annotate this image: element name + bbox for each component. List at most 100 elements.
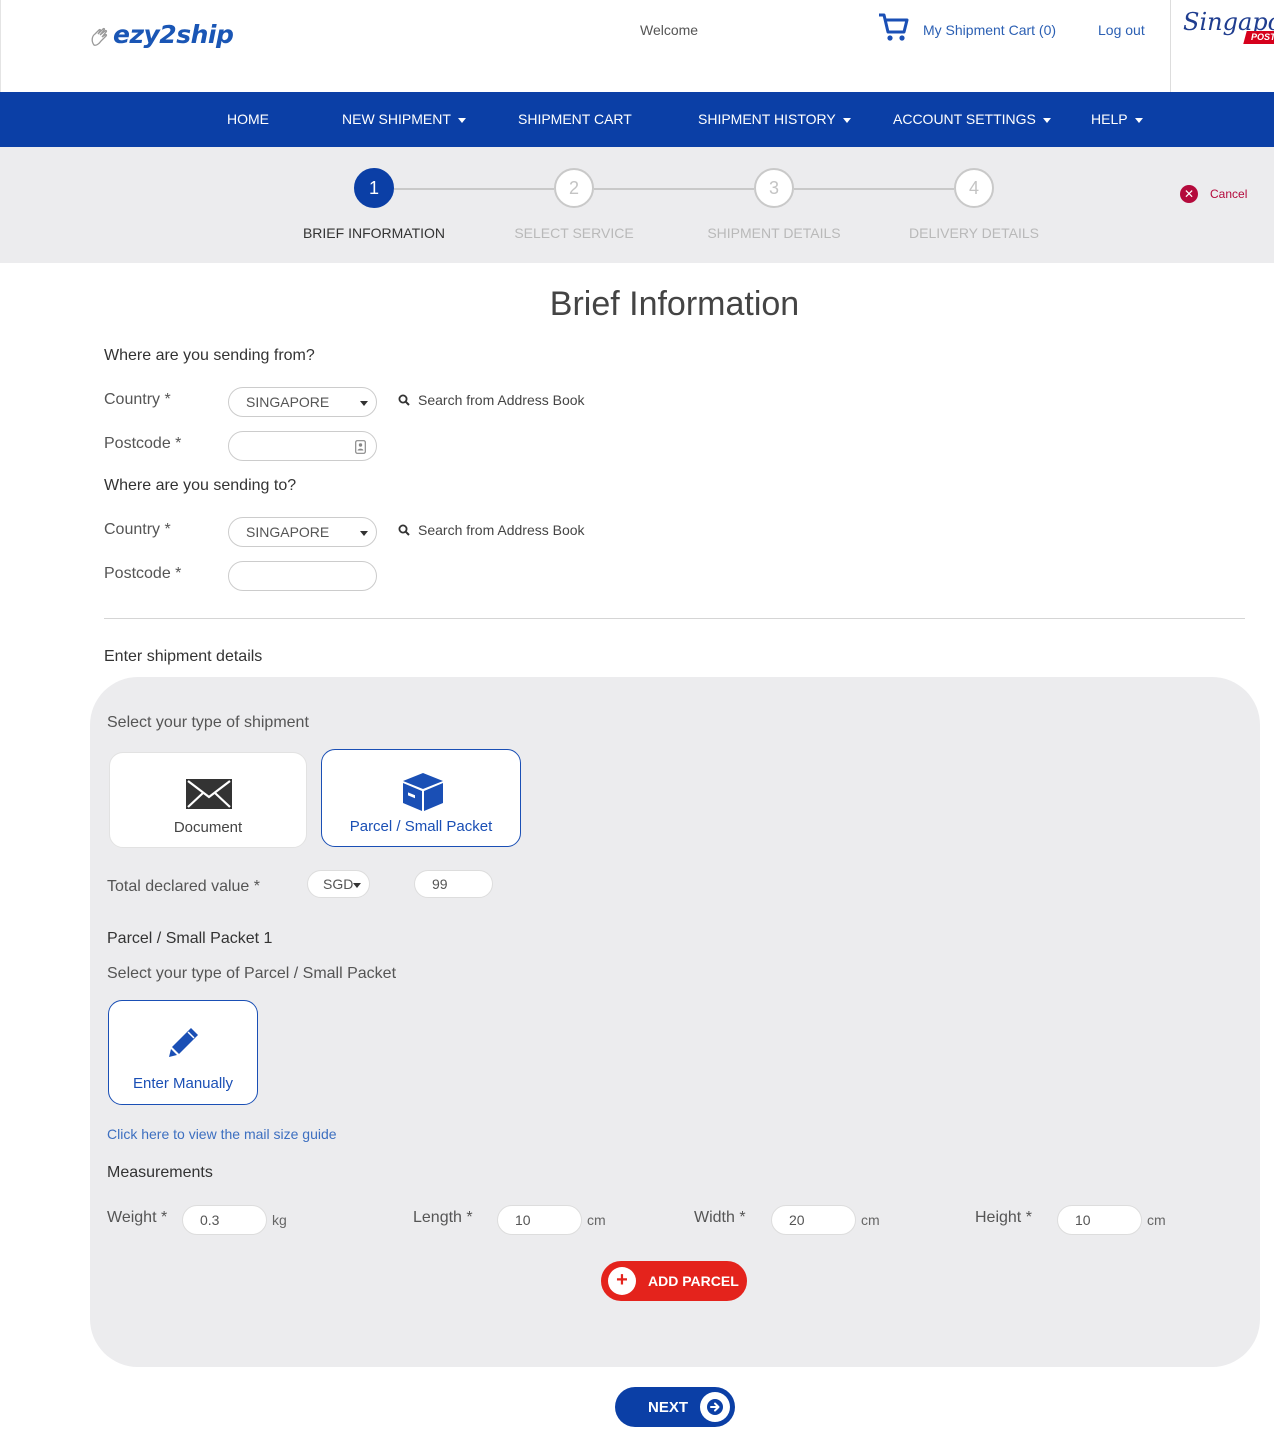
step-2-circle: 2 — [554, 168, 594, 208]
next-button[interactable]: NEXT — [615, 1387, 735, 1427]
singapore-post-sub: POST — [1251, 32, 1274, 42]
logo-text: ezy2ship — [113, 20, 234, 49]
weight-unit: kg — [272, 1212, 287, 1228]
box-icon — [403, 773, 443, 811]
weight-value: 0.3 — [200, 1212, 220, 1228]
length-label: Length * — [413, 1209, 473, 1226]
plus-icon: + — [608, 1267, 636, 1295]
to-postcode-input[interactable] — [228, 561, 377, 591]
nav-account-settings[interactable]: ACCOUNT SETTINGS — [893, 92, 1051, 147]
search-icon — [398, 524, 410, 536]
from-postcode-input[interactable] — [228, 431, 377, 461]
from-address-book-label: Search from Address Book — [418, 392, 585, 408]
arrow-right-icon — [700, 1392, 730, 1422]
welcome-text: Welcome — [640, 22, 699, 38]
progress-stepper — [0, 147, 1274, 263]
to-address-book-label: Search from Address Book — [418, 522, 585, 538]
declared-value-input[interactable]: 99 — [414, 870, 493, 898]
cart-label: My Shipment Cart (0) — [923, 22, 1057, 38]
nav-help[interactable]: HELP — [1091, 92, 1143, 147]
from-address-book-link[interactable]: Search from Address Book — [398, 392, 585, 408]
to-country-label: Country * — [104, 521, 171, 538]
length-input[interactable]: 10 — [497, 1205, 582, 1235]
singapore-post-logo: Singapore POST — [1181, 8, 1274, 48]
pencil-icon — [169, 1028, 198, 1057]
mail-size-guide-link[interactable]: Click here to view the mail size guide — [107, 1126, 337, 1142]
height-value: 10 — [1075, 1212, 1091, 1228]
to-postcode-label: Postcode * — [104, 565, 182, 582]
step-1-circle: 1 — [354, 168, 394, 208]
declared-value-label: Total declared value * — [107, 878, 260, 895]
height-input[interactable]: 10 — [1057, 1205, 1142, 1235]
shipment-details-heading: Enter shipment details — [104, 648, 263, 665]
cart-icon — [879, 13, 909, 41]
nav-help-label: HELP — [1091, 111, 1128, 127]
from-country-value: SINGAPORE — [246, 394, 330, 410]
to-heading: Where are you sending to? — [104, 477, 297, 494]
nav-home-label: HOME — [227, 111, 269, 127]
main-nav: HOME NEW SHIPMENT SHIPMENT CART SHIPMENT… — [0, 92, 1274, 147]
step-4-label: DELIVERY DETAILS — [909, 225, 1039, 241]
ezy2ship-logo[interactable]: ezy2ship — [89, 20, 234, 49]
to-country-value: SINGAPORE — [246, 524, 330, 540]
enter-manually-option[interactable]: Enter Manually — [108, 1000, 258, 1105]
parcel-type-prompt: Select your type of Parcel / Small Packe… — [107, 965, 397, 982]
nav-shipment-history-label: SHIPMENT HISTORY — [698, 111, 836, 127]
width-unit: cm — [861, 1212, 880, 1228]
height-unit: cm — [1147, 1212, 1166, 1228]
from-country-select[interactable]: SINGAPORE — [228, 387, 377, 417]
chevron-down-icon — [360, 401, 368, 406]
shipment-cart-link[interactable]: My Shipment Cart (0) — [878, 12, 1056, 42]
singapore-post-red-bar: POST — [1243, 31, 1274, 44]
width-input[interactable]: 20 — [771, 1205, 856, 1235]
header: ezy2ship Welcome My Shipment Cart (0) Lo… — [0, 0, 1274, 92]
step-connector — [394, 188, 554, 190]
page-title: Brief Information — [549, 285, 800, 323]
add-parcel-label: ADD PARCEL — [648, 1273, 739, 1289]
step-3-label: SHIPMENT DETAILS — [707, 225, 841, 241]
nav-home[interactable]: HOME — [227, 92, 269, 147]
shipment-type-document[interactable]: Document — [109, 752, 307, 848]
length-unit: cm — [587, 1212, 606, 1228]
nav-shipment-cart-label: SHIPMENT CART — [518, 111, 632, 127]
chevron-down-icon — [360, 531, 368, 536]
nav-shipment-cart[interactable]: SHIPMENT CART — [518, 92, 632, 147]
parcel-heading: Parcel / Small Packet 1 — [107, 930, 273, 947]
declared-value: 99 — [432, 876, 448, 892]
chevron-down-icon — [1134, 117, 1143, 123]
chevron-down-icon — [353, 883, 361, 888]
weight-input[interactable]: 0.3 — [182, 1205, 267, 1235]
hand-logo-icon — [91, 27, 108, 46]
shipment-type-parcel-label: Parcel / Small Packet — [349, 818, 493, 835]
from-heading: Where are you sending from? — [104, 347, 315, 364]
weight-label: Weight * — [107, 1209, 168, 1226]
step-2-label: SELECT SERVICE — [514, 225, 634, 241]
to-country-select[interactable]: SINGAPORE — [228, 517, 377, 547]
header-divider — [1170, 0, 1171, 92]
currency-select[interactable]: SGD — [307, 870, 370, 898]
step-connector — [794, 188, 954, 190]
nav-account-settings-label: ACCOUNT SETTINGS — [893, 111, 1036, 127]
search-icon — [398, 394, 410, 406]
length-value: 10 — [515, 1212, 531, 1228]
chevron-down-icon — [842, 117, 851, 123]
cancel-label: Cancel — [1210, 187, 1248, 201]
cancel-button[interactable]: ✕ Cancel — [1180, 185, 1247, 203]
add-parcel-button[interactable]: + ADD PARCEL — [601, 1261, 747, 1301]
next-label: NEXT — [648, 1398, 689, 1416]
shipment-type-parcel[interactable]: Parcel / Small Packet — [321, 749, 521, 847]
height-label: Height * — [975, 1209, 1032, 1226]
section-divider — [104, 618, 1245, 619]
chevron-down-icon — [457, 117, 466, 123]
logout-link[interactable]: Log out — [1098, 22, 1145, 38]
envelope-icon — [186, 779, 232, 809]
currency-value: SGD — [323, 876, 354, 892]
step-1-label: BRIEF INFORMATION — [302, 225, 446, 241]
nav-shipment-history[interactable]: SHIPMENT HISTORY — [698, 92, 851, 147]
measurements-heading: Measurements — [107, 1164, 213, 1181]
enter-manually-label: Enter Manually — [132, 1075, 234, 1092]
contact-card-icon — [355, 440, 366, 454]
width-label: Width * — [694, 1209, 746, 1226]
to-address-book-link[interactable]: Search from Address Book — [398, 522, 585, 538]
nav-new-shipment[interactable]: NEW SHIPMENT — [342, 92, 466, 147]
